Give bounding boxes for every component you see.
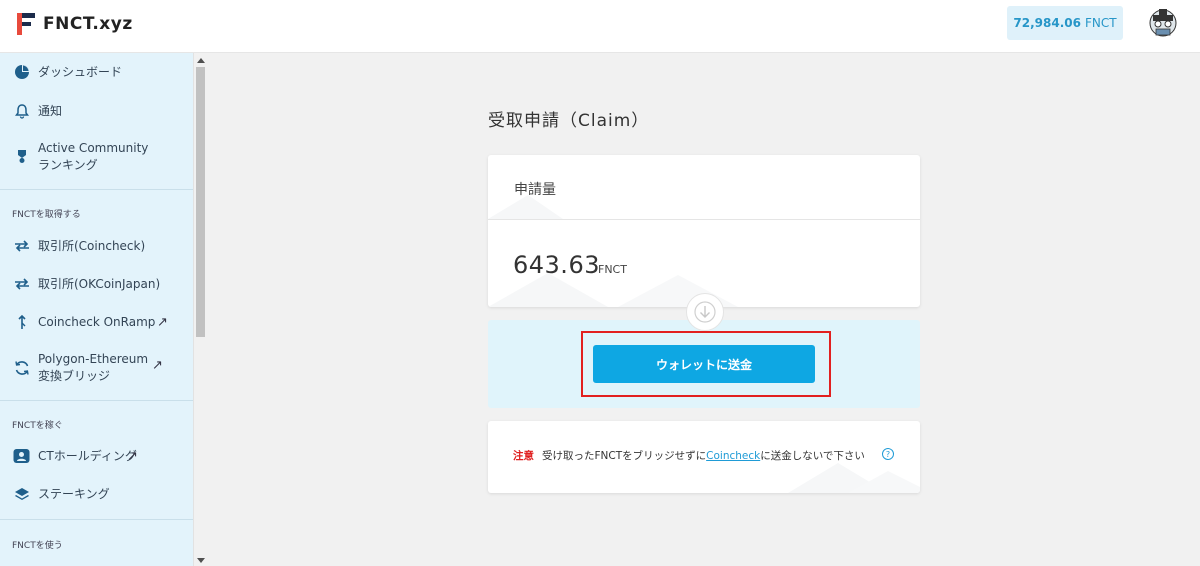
sidebar-item-polygon-bridge[interactable]: Polygon-Ethereum 変換ブリッジ ↗: [0, 350, 193, 386]
sidebar-item-coincheck-onramp[interactable]: Coincheck OnRamp ↗: [0, 312, 193, 332]
sidebar-item-label: 取引所(OKCoinJapan): [38, 276, 161, 291]
logo[interactable]: FNCT.xyz: [17, 12, 133, 36]
sidebar-divider: [0, 400, 193, 401]
balance-badge[interactable]: 72,984.06 FNCT: [1007, 6, 1123, 40]
amount-unit: FNCT: [598, 263, 627, 276]
logo-text: FNCT.xyz: [43, 14, 133, 34]
top-header: FNCT.xyz 72,984.06 FNCT: [0, 0, 1200, 53]
sidebar-item-label: 取引所(Coincheck): [38, 238, 146, 253]
section-title-use-fnct: FNCTを使う: [12, 541, 63, 551]
balance-unit: FNCT: [1084, 16, 1117, 30]
external-link-icon: ↗: [157, 314, 168, 330]
amount-label: 申請量: [514, 182, 556, 198]
notice-card: 注意 受け取ったFNCTをブリッジせずにCoincheckに送金しないで下さい ?: [488, 421, 920, 493]
external-link-icon: ↗: [127, 448, 138, 464]
section-title-get-fnct: FNCTを取得する: [12, 210, 81, 220]
amount-card: 申請量 643.63 FNCT: [488, 155, 920, 307]
warning-label: 注意: [513, 450, 534, 462]
section-title-earn-fnct: FNCTを稼ぐ: [12, 421, 63, 431]
sidebar-item-staking[interactable]: ステーキング: [0, 484, 193, 504]
coincheck-link[interactable]: Coincheck: [706, 450, 760, 462]
sidebar-item-ranking[interactable]: Active Community ランキング: [0, 139, 193, 175]
sidebar: ダッシュボード 通知 Active Community ランキング FNCTを取…: [0, 53, 193, 566]
page-title: 受取申請（Claim）: [488, 111, 650, 131]
avatar[interactable]: [1148, 6, 1178, 40]
swap-arrows-icon: [13, 238, 30, 255]
sidebar-divider: [0, 519, 193, 520]
balance-amount: 72,984.06: [1013, 16, 1081, 30]
notice-text-after: に送金しないで下さい: [760, 450, 865, 462]
up-arrow-icon: [13, 314, 30, 331]
pie-chart-icon: [13, 64, 30, 81]
sidebar-item-ct-holding[interactable]: CTホールディング ↗: [0, 446, 193, 466]
sidebar-item-label: 通知: [38, 103, 63, 118]
help-icon[interactable]: ?: [882, 448, 894, 460]
swap-arrows-icon: [13, 276, 30, 293]
sidebar-item-label: ステーキング: [38, 486, 110, 501]
mountain-background-icon: [488, 195, 738, 307]
send-to-wallet-button[interactable]: ウォレットに送金: [593, 345, 815, 383]
sidebar-item-okcoinjapan[interactable]: 取引所(OKCoinJapan): [0, 274, 193, 294]
card-divider: [488, 219, 920, 220]
sidebar-item-label: CTホールディング: [38, 448, 137, 463]
sidebar-item-label: Polygon-Ethereum: [38, 352, 149, 366]
sidebar-item-label: ダッシュボード: [38, 64, 123, 79]
layers-icon: [13, 486, 30, 503]
medal-icon: [13, 149, 30, 166]
user-card-icon: [13, 448, 30, 465]
sidebar-item-label: ランキング: [38, 158, 98, 172]
sidebar-divider: [0, 189, 193, 190]
notice-text-before: 受け取ったFNCTをブリッジせずに: [542, 450, 707, 462]
refresh-icon: [13, 360, 30, 377]
sidebar-item-label: 変換ブリッジ: [38, 369, 111, 383]
amount-value: 643.63: [513, 251, 600, 279]
bell-icon: [13, 103, 30, 120]
scroll-thumb[interactable]: [196, 67, 205, 337]
scroll-up-arrow-icon[interactable]: [197, 58, 205, 63]
sidebar-item-label: Active Community: [38, 141, 149, 155]
sidebar-scrollbar[interactable]: [193, 53, 207, 566]
notice-text: 注意 受け取ったFNCTをブリッジせずにCoincheckに送金しないで下さい: [513, 448, 865, 463]
sidebar-item-coincheck[interactable]: 取引所(Coincheck): [0, 236, 193, 256]
sidebar-item-dashboard[interactable]: ダッシュボード: [0, 62, 193, 82]
logo-f-icon: [17, 13, 35, 35]
external-link-icon: ↗: [152, 358, 163, 373]
sidebar-item-label: Coincheck OnRamp: [38, 314, 156, 329]
down-arrow-icon: [686, 293, 724, 331]
scroll-down-arrow-icon[interactable]: [197, 558, 205, 563]
sidebar-item-notifications[interactable]: 通知: [0, 101, 193, 121]
